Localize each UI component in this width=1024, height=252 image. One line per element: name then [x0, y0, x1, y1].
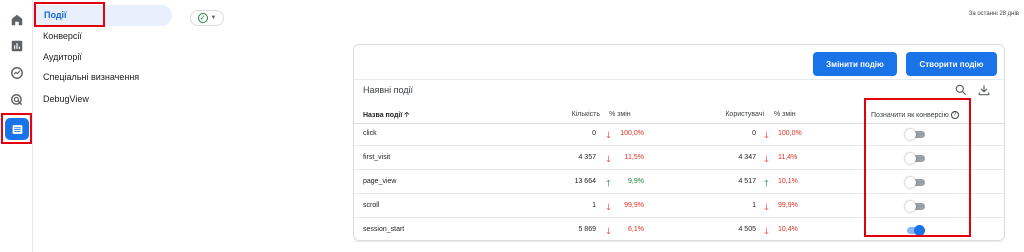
event-count: 13 664	[574, 178, 596, 185]
nav-item-custom-definitions[interactable]: Спеціальні визначення	[43, 72, 139, 82]
arrow-down-icon: 🡓	[606, 154, 611, 164]
download-icon[interactable]	[977, 83, 991, 97]
card-title: Наявні події	[363, 85, 414, 95]
check-circle-icon: ✓	[197, 13, 208, 23]
event-count: 4 357	[578, 154, 596, 161]
arrow-down-icon: 🡓	[764, 226, 769, 236]
chevron-down-icon: ▼	[210, 15, 217, 21]
arrow-up-icon: 🡑	[764, 178, 769, 188]
event-users: 1	[752, 202, 756, 209]
search-icon[interactable]	[954, 83, 968, 97]
arrow-down-icon: 🡓	[764, 202, 769, 212]
event-users-change: 11,4%	[778, 154, 798, 161]
arrow-up-icon: 🡑	[606, 178, 611, 188]
event-users-change: 10,1%	[778, 178, 798, 185]
conversion-column-highlight-frame	[864, 98, 971, 237]
rail-highlight-frame	[1, 113, 32, 144]
status-dropdown[interactable]: ✓ ▼	[190, 10, 224, 26]
event-users-change: 99,9%	[778, 202, 798, 209]
nav-item-debugview[interactable]: DebugView	[43, 94, 89, 104]
event-name[interactable]: session_start	[363, 226, 404, 233]
event-users: 4 347	[738, 154, 756, 161]
event-name[interactable]: page_view	[363, 178, 396, 185]
arrow-down-icon: 🡓	[606, 130, 611, 140]
configure-sidenav: Події Конверсії Аудиторії Спеціальні виз…	[33, 0, 179, 252]
event-count-change: 99,9%	[624, 202, 644, 209]
home-icon[interactable]	[8, 11, 26, 29]
column-header-event-name[interactable]: Назва події 🡡	[363, 111, 409, 122]
event-count: 0	[592, 130, 596, 137]
sort-ascending-icon: 🡡	[404, 112, 410, 119]
event-count: 5 869	[578, 226, 596, 233]
column-header-users[interactable]: Користувачі	[698, 111, 764, 118]
create-event-button[interactable]: Створити подію	[906, 52, 997, 76]
event-count-change: 11,5%	[624, 154, 644, 161]
arrow-down-icon: 🡓	[606, 202, 611, 212]
arrow-down-icon: 🡓	[606, 226, 611, 236]
explore-icon[interactable]	[8, 64, 26, 82]
event-count-change: 6,1%	[628, 226, 644, 233]
arrow-down-icon: 🡓	[764, 154, 769, 164]
event-users-change: 10,4%	[778, 226, 798, 233]
reports-bar-chart-icon[interactable]	[8, 37, 26, 55]
date-range-label[interactable]: За останні 28 днів	[969, 11, 1019, 17]
event-count-change: 100,0%	[620, 130, 644, 137]
nav-item-audiences[interactable]: Аудиторії	[43, 52, 82, 62]
left-nav-rail	[0, 0, 33, 252]
event-count-change: 9,9%	[628, 178, 644, 185]
card-divider	[354, 79, 1004, 80]
column-header-count[interactable]: Кількість	[556, 111, 600, 118]
arrow-down-icon: 🡓	[764, 130, 769, 140]
event-users: 4 505	[738, 226, 756, 233]
advertising-icon[interactable]	[8, 91, 26, 109]
event-count: 1	[592, 202, 596, 209]
analytics-configure-events-page: Події Конверсії Аудиторії Спеціальні виз…	[0, 0, 1024, 252]
nav-item-events[interactable]: Події	[44, 10, 67, 20]
event-users-change: 100,0%	[778, 130, 802, 137]
column-header-users-change: % змін	[774, 111, 796, 118]
nav-item-conversions[interactable]: Конверсії	[43, 31, 82, 41]
column-header-count-change: % змін	[609, 111, 631, 118]
event-name[interactable]: scroll	[363, 202, 379, 209]
modify-event-button[interactable]: Змінити подію	[813, 52, 897, 76]
event-name[interactable]: click	[363, 130, 377, 137]
event-users: 0	[752, 130, 756, 137]
event-users: 4 517	[738, 178, 756, 185]
event-name[interactable]: first_visit	[363, 154, 390, 161]
